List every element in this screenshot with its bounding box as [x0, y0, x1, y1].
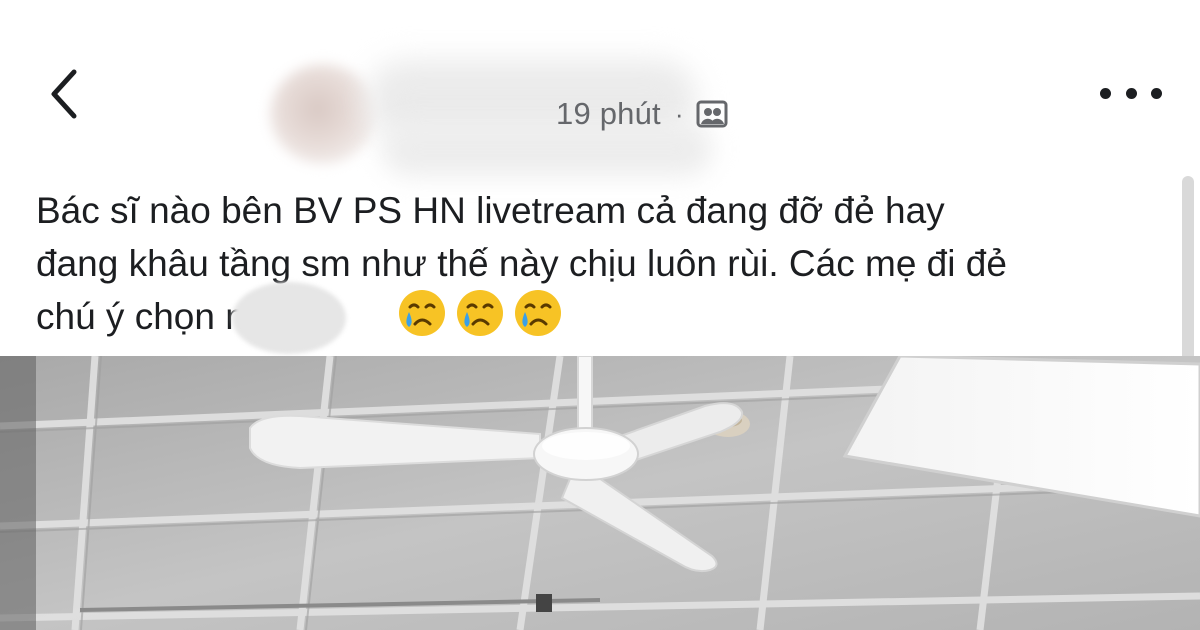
ceiling-fan-photo — [0, 356, 1200, 630]
avatar — [270, 64, 376, 164]
more-options-button[interactable] — [1100, 76, 1162, 110]
author-info-redacted[interactable] — [132, 30, 712, 176]
post-meta: 19 phút · — [556, 96, 728, 132]
more-dot — [1125, 87, 1137, 99]
post-time: 19 phút — [556, 96, 661, 131]
emoji-row — [397, 288, 563, 338]
crying-face-emoji — [515, 290, 561, 336]
hospital-name-redacted — [232, 282, 346, 354]
meta-separator: · — [674, 98, 684, 129]
crying-face-emoji — [457, 290, 503, 336]
post-screen: 19 phút · Bác sĩ nào bên BV PS HN livetr… — [0, 0, 1200, 630]
back-button[interactable] — [40, 66, 92, 122]
chevron-left-icon — [51, 69, 77, 119]
post-photo[interactable] — [0, 356, 1200, 630]
photo-album-icon — [696, 100, 728, 128]
post-header: 19 phút · — [0, 0, 1200, 176]
post-text: Bác sĩ nào bên BV PS HN livetream cả đan… — [36, 190, 1007, 337]
more-dot — [1100, 87, 1111, 99]
more-dot — [1151, 87, 1162, 99]
crying-face-emoji — [399, 290, 445, 336]
